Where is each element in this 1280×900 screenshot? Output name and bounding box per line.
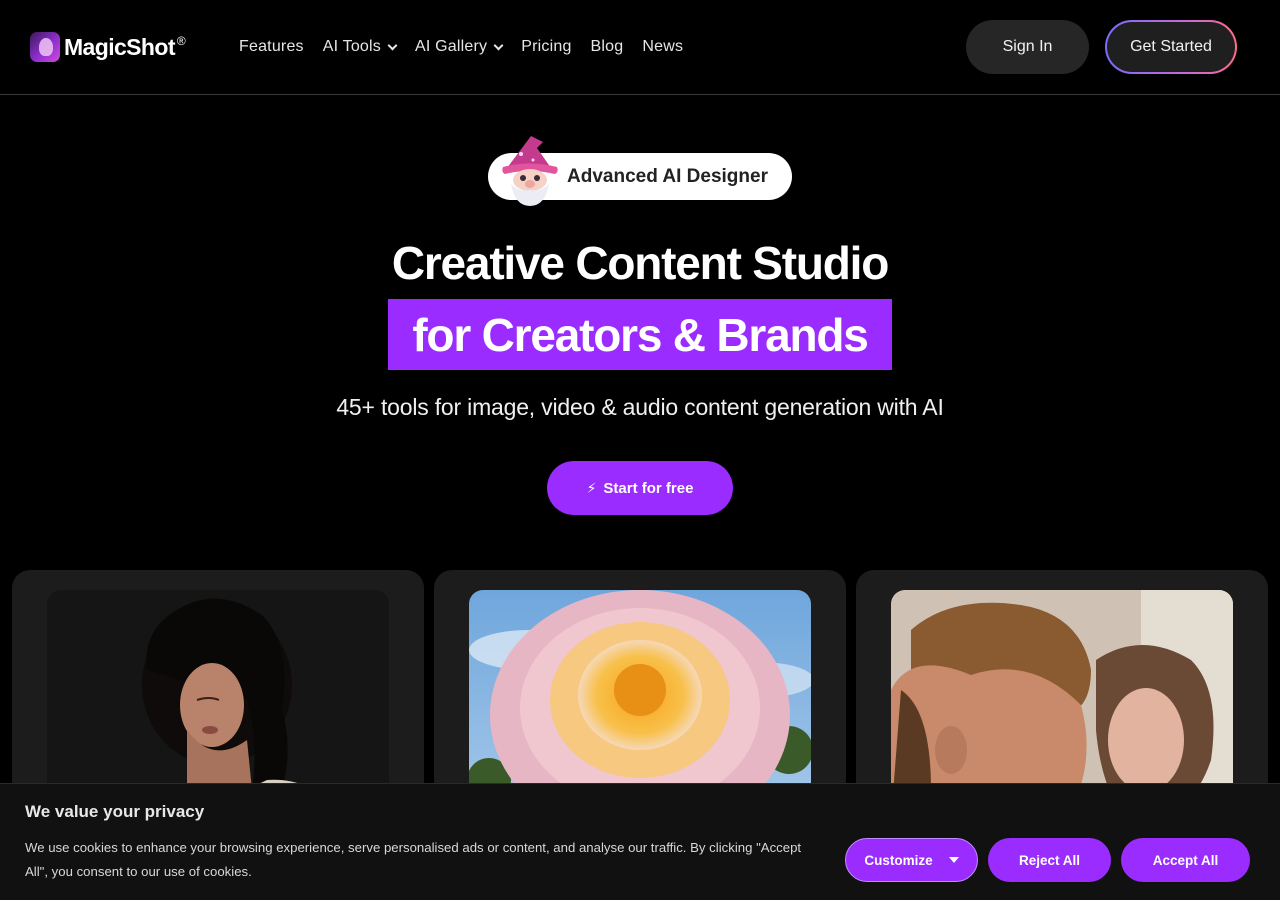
brand-name: MagicShot	[64, 33, 175, 60]
chevron-down-icon	[493, 40, 504, 50]
nav-link-ai-gallery[interactable]: AI Gallery	[414, 34, 504, 60]
nav-link-features[interactable]: Features	[239, 34, 304, 60]
nav-link-label: News	[642, 38, 684, 55]
nav-links: Features AI Tools AI Gallery Pricing Blo…	[239, 34, 702, 60]
lightning-bolt-icon: ⚡	[586, 479, 597, 496]
get-started-label: Get Started	[1107, 22, 1235, 72]
cookie-consent-banner: We value your privacy We use cookies to …	[0, 783, 1280, 900]
reject-all-button[interactable]: Reject All	[988, 838, 1111, 882]
nav-link-label: Pricing	[521, 38, 572, 55]
caret-down-icon	[948, 857, 959, 863]
brand-logo[interactable]: MagicShot ®	[30, 31, 186, 63]
nav-link-news[interactable]: News	[642, 34, 683, 60]
start-for-free-label: Start for free	[603, 479, 694, 497]
cookie-title: We value your privacy	[25, 802, 205, 821]
customize-button[interactable]: Customize	[845, 838, 978, 882]
wizard-mascot-icon	[502, 136, 558, 206]
nav-link-ai-tools[interactable]: AI Tools	[322, 34, 398, 60]
sign-in-button[interactable]: Sign In	[966, 20, 1089, 74]
get-started-button[interactable]: Get Started	[1105, 20, 1237, 74]
top-nav: MagicShot ® Features AI Tools AI Gallery…	[0, 0, 1280, 95]
nav-link-pricing[interactable]: Pricing	[521, 34, 571, 60]
nav-link-label: AI Tools	[322, 38, 381, 55]
cookie-description: We use cookies to enhance your browsing …	[25, 840, 802, 879]
accept-all-button[interactable]: Accept All	[1121, 838, 1250, 882]
badge-label: Advanced AI Designer	[567, 166, 768, 187]
nav-link-blog[interactable]: Blog	[591, 34, 624, 60]
start-for-free-button[interactable]: ⚡ Start for free	[547, 461, 733, 515]
nav-link-label: AI Gallery	[414, 38, 488, 55]
hero-subtitle: 45+ tools for image, video & audio conte…	[336, 394, 944, 420]
nav-link-label: Blog	[590, 38, 624, 55]
nav-link-label: Features	[239, 38, 304, 55]
customize-label: Customize	[864, 852, 933, 868]
hero-title-highlight: for Creators & Brands	[388, 299, 892, 370]
chevron-down-icon	[387, 40, 398, 50]
registered-mark: ®	[176, 34, 186, 48]
magicshot-logo-icon	[30, 32, 60, 62]
hero-title: Creative Content Studio	[391, 237, 890, 289]
